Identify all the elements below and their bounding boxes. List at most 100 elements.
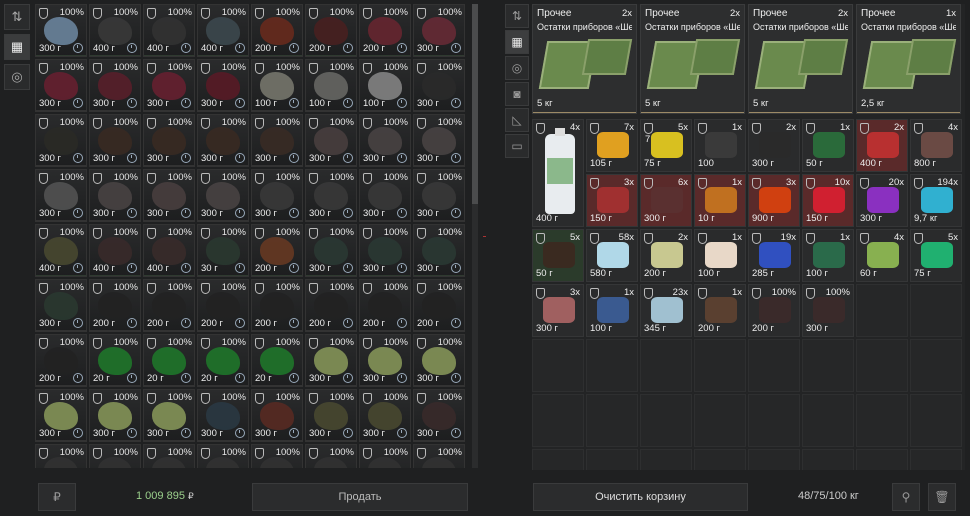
inventory-item[interactable]: 100% 300 г (413, 4, 465, 57)
empty-slot[interactable] (856, 449, 908, 470)
cart-item[interactable]: 3x 300 г (532, 284, 584, 337)
empty-slot[interactable] (586, 449, 638, 470)
empty-slot[interactable] (856, 394, 908, 447)
inventory-item[interactable]: 100% 100 г (251, 59, 303, 112)
inventory-item[interactable]: 100% 20 г (89, 334, 141, 387)
inventory-item[interactable]: 100% 300 г (359, 114, 411, 167)
filter-icon[interactable]: ◎ (505, 56, 529, 80)
inventory-item[interactable]: 100% (89, 444, 141, 468)
cart-item-large[interactable]: Прочее 2x Остатки приборов «Ше… 5 кг (640, 4, 745, 114)
empty-slot[interactable] (748, 339, 800, 392)
inventory-item[interactable]: 100% (305, 444, 357, 468)
inventory-item[interactable]: 100% (251, 444, 303, 468)
cart-item[interactable]: 5x 75 г 7 (640, 119, 692, 172)
inventory-item[interactable]: 100% 200 г (251, 224, 303, 277)
empty-slot[interactable] (640, 339, 692, 392)
inventory-item[interactable]: 100% 400 г (35, 224, 87, 277)
empty-slot[interactable] (910, 339, 962, 392)
inventory-item[interactable]: 100% 400 г (89, 224, 141, 277)
inventory-item[interactable]: 100% (143, 444, 195, 468)
empty-slot[interactable] (640, 449, 692, 470)
filter-icon[interactable]: ◎ (4, 64, 30, 90)
inventory-item[interactable]: 100% 300 г (197, 114, 249, 167)
clear-cart-button[interactable]: Очистить корзину (533, 483, 748, 511)
sort-icon[interactable]: ⇅ (505, 4, 529, 28)
inventory-item[interactable]: 100% 100 г (359, 59, 411, 112)
cart-item-large[interactable]: Прочее 2x Остатки приборов «Ше… 5 кг (748, 4, 853, 114)
inventory-scrollbar[interactable] (472, 4, 478, 468)
empty-slot[interactable] (910, 394, 962, 447)
inventory-item[interactable]: 100% 100 г (305, 59, 357, 112)
cart-item[interactable]: 7x 105 г (586, 119, 638, 172)
empty-slot[interactable] (856, 339, 908, 392)
cart-item[interactable]: 1x 50 г (802, 119, 854, 172)
grid-view-icon[interactable]: ▦ (4, 34, 30, 60)
inventory-item[interactable]: 100% 200 г (359, 279, 411, 332)
cart-item[interactable]: 194x 9,7 кг (910, 174, 962, 227)
inventory-item[interactable]: 100% 300 г (305, 224, 357, 277)
empty-slot[interactable] (802, 449, 854, 470)
inventory-item[interactable]: 100% 300 г (305, 114, 357, 167)
inventory-item[interactable]: 100% 30 г (197, 224, 249, 277)
cart-item[interactable]: 1x 10 г (694, 174, 746, 227)
cart-item[interactable]: 1x 100 г (586, 284, 638, 337)
cart-item[interactable]: 100% 200 г (748, 284, 800, 337)
inventory-item[interactable]: 100% 300 г (413, 334, 465, 387)
cart-item[interactable]: 2x 200 г (640, 229, 692, 282)
inventory-item[interactable]: 100% 300 г (89, 389, 141, 442)
inventory-item[interactable]: 100% 20 г (143, 334, 195, 387)
inventory-item[interactable]: 100% 400 г (143, 224, 195, 277)
empty-slot[interactable] (532, 449, 584, 470)
inventory-item[interactable]: 100% 20 г (197, 334, 249, 387)
inventory-item[interactable]: 100% 300 г (35, 169, 87, 222)
inventory-item[interactable]: 100% 200 г (89, 279, 141, 332)
empty-slot[interactable] (694, 449, 746, 470)
inventory-item[interactable]: 100% 200 г (359, 4, 411, 57)
cart-item[interactable]: 4x 60 г (856, 229, 908, 282)
inventory-item[interactable]: 100% 300 г (143, 59, 195, 112)
empty-slot[interactable] (802, 394, 854, 447)
inventory-item[interactable]: 100% 200 г (305, 279, 357, 332)
inventory-item[interactable]: 100% 300 г (413, 224, 465, 277)
inventory-item[interactable]: 100% 300 г (89, 114, 141, 167)
inventory-item[interactable]: 100% 300 г (35, 59, 87, 112)
camera-icon[interactable]: ◙ (505, 82, 529, 106)
empty-slot[interactable] (532, 339, 584, 392)
empty-slot[interactable] (856, 284, 908, 337)
cart-item[interactable]: 1x 100 г (802, 229, 854, 282)
inventory-item[interactable]: 100% 200 г (35, 334, 87, 387)
cart-item[interactable]: 2x 400 г (856, 119, 908, 172)
inventory-item[interactable]: 100% 300 г (413, 169, 465, 222)
empty-slot[interactable] (532, 394, 584, 447)
inventory-item[interactable]: 100% 300 г (143, 114, 195, 167)
inventory-item[interactable]: 100% 300 г (89, 59, 141, 112)
empty-slot[interactable] (694, 339, 746, 392)
inventory-item[interactable]: 100% (35, 444, 87, 468)
cart-item-large[interactable]: Прочее 1x Остатки приборов «Ше… 2,5 кг (856, 4, 961, 114)
sell-button[interactable]: Продать (252, 483, 468, 511)
grid-view-icon[interactable]: ▦ (505, 30, 529, 54)
cart-item[interactable]: 100% 300 г (802, 284, 854, 337)
cart-item[interactable]: 19x 285 г (748, 229, 800, 282)
inventory-item[interactable]: 100% 400 г (89, 4, 141, 57)
empty-slot[interactable] (748, 449, 800, 470)
inventory-item[interactable]: 100% 300 г (305, 169, 357, 222)
inventory-item[interactable]: 100% 200 г (413, 279, 465, 332)
inventory-item[interactable]: 100% 200 г (251, 279, 303, 332)
empty-slot[interactable] (748, 394, 800, 447)
cart-item[interactable]: 6x 300 г (640, 174, 692, 227)
cart-item[interactable]: 1x 100 (694, 119, 746, 172)
cart-item[interactable]: 58x 580 г (586, 229, 638, 282)
inventory-item[interactable]: 100% 300 г (251, 114, 303, 167)
inventory-item[interactable]: 100% 300 г (359, 169, 411, 222)
box-icon[interactable]: ▭ (505, 134, 529, 158)
inventory-item[interactable]: 100% 300 г (251, 169, 303, 222)
inventory-item[interactable]: 100% (197, 444, 249, 468)
inventory-item[interactable]: 100% 300 г (359, 334, 411, 387)
cart-item[interactable]: 5x 50 г (532, 229, 584, 282)
inventory-item[interactable]: 100% 200 г (305, 4, 357, 57)
cart-item[interactable]: 1x 200 г (694, 284, 746, 337)
empty-slot[interactable] (694, 394, 746, 447)
empty-slot[interactable] (586, 339, 638, 392)
inventory-item[interactable]: 100% 300 г (197, 169, 249, 222)
